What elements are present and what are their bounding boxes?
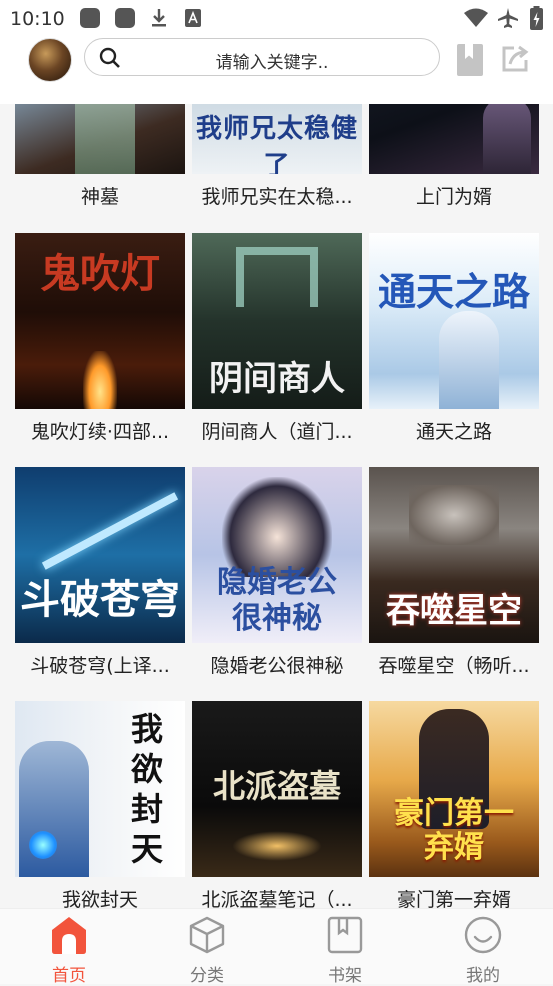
book-cover-text: 我欲封天 (130, 710, 163, 868)
status-bar: 10:10 (0, 0, 553, 36)
search-input[interactable]: 请输入关键字.. (84, 38, 440, 76)
book-cover-text: 豪门第一弃婿 (394, 796, 514, 865)
tab-category[interactable]: 分类 (138, 909, 276, 986)
bottom-nav: 首页 分类 书架 我的 (0, 908, 553, 986)
download-icon (152, 9, 166, 27)
book-grid: 神墓 我师兄太稳健了 我师兄实在太稳... 上门为婿 鬼吹灯 鬼吹灯续·四部..… (0, 104, 553, 908)
book-cover: 阴间商人 (192, 233, 362, 409)
profile-icon (464, 916, 502, 954)
book-cover: 我欲封天 (15, 701, 185, 877)
airplane-mode-icon (498, 8, 518, 28)
tab-bookshelf[interactable]: 书架 (276, 909, 414, 986)
notification-app-icon (80, 8, 100, 28)
battery-icon (530, 6, 543, 30)
status-time: 10:10 (10, 8, 65, 30)
tab-category-label: 分类 (190, 966, 224, 986)
tab-home[interactable]: 首页 (0, 909, 138, 986)
book-cover: 我师兄太稳健了 (192, 104, 362, 174)
book-cover (15, 104, 185, 174)
book-title: 通天之路 (415, 421, 492, 443)
book-cover: 斗破苍穹 (15, 467, 185, 643)
text-notification-icon (185, 9, 201, 27)
book-cover-text: 吞噬星空 (386, 591, 522, 631)
tab-home-label: 首页 (52, 966, 86, 986)
tab-profile[interactable]: 我的 (414, 909, 552, 986)
bookshelf-icon (327, 916, 363, 954)
book-cover-text: 阴间商人 (209, 359, 345, 399)
book-title: 神墓 (80, 186, 119, 208)
book-cover: 吞噬星空 (369, 467, 539, 643)
book-cover: 豪门第一弃婿 (369, 701, 539, 877)
book-cover: 北派盗墓 (192, 701, 362, 877)
book-title: 上门为婿 (415, 186, 492, 208)
book-title: 吞噬星空（畅听... (378, 655, 530, 677)
book-title: 斗破苍穹(上译... (30, 655, 170, 677)
book-cover-text: 鬼吹灯 (40, 250, 160, 297)
cube-icon (189, 916, 225, 954)
tab-bookshelf-label: 书架 (328, 966, 362, 986)
book-cover-text: 我师兄太稳健了 (195, 114, 358, 174)
search-placeholder: 请输入关键字.. (215, 53, 329, 73)
book-title: 豪门第一弃婿 (396, 889, 511, 908)
book-title: 北派盗墓笔记（... (201, 889, 353, 908)
tab-profile-label: 我的 (466, 966, 500, 986)
book-cover-text: 通天之路 (377, 269, 530, 314)
book-cover: 鬼吹灯 (15, 233, 185, 409)
wifi-icon (464, 8, 488, 27)
book-cover-text: 北派盗墓 (212, 767, 341, 805)
bookmark-icon[interactable] (457, 44, 483, 76)
book-cover (369, 104, 539, 174)
share-icon[interactable] (500, 44, 530, 74)
notification-app-icon (115, 8, 135, 28)
book-title: 阴间商人（道门... (201, 421, 353, 443)
home-icon (52, 917, 86, 954)
book-title: 我欲封天 (61, 889, 138, 908)
book-title: 隐婚老公很神秘 (210, 655, 344, 677)
book-cover-text: 隐婚老公很神秘 (217, 565, 337, 636)
book-title: 我师兄实在太稳... (201, 186, 353, 208)
avatar[interactable] (28, 38, 72, 82)
book-title: 鬼吹灯续·四部... (30, 421, 170, 443)
book-cover: 通天之路 (369, 233, 539, 409)
book-cover-text: 斗破苍穹 (20, 576, 180, 623)
book-cover: 隐婚老公很神秘 (192, 467, 362, 643)
top-bar: 请输入关键字.. (0, 36, 553, 104)
